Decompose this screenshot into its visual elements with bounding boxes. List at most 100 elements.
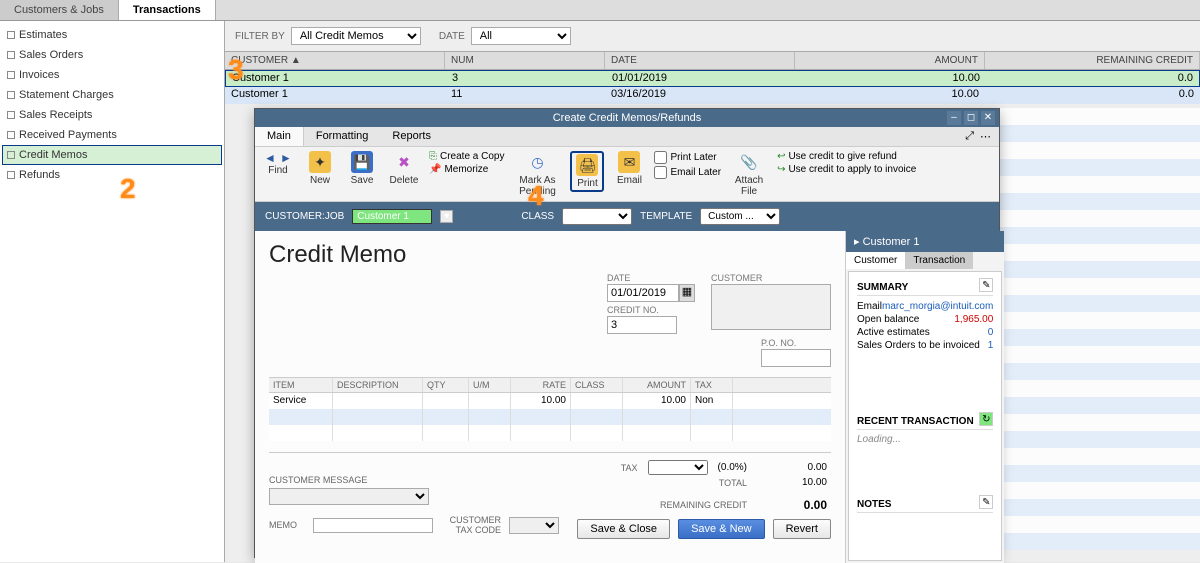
save-new-button[interactable]: Save & New: [678, 519, 765, 539]
save-close-button[interactable]: Save & Close: [577, 519, 670, 539]
cell-amount[interactable]: 10.00: [623, 393, 691, 409]
checkbox[interactable]: [654, 166, 667, 179]
line-item-row[interactable]: [269, 409, 831, 425]
total-label: TOTAL: [719, 478, 747, 488]
email-later-checkbox[interactable]: Email Later: [654, 166, 721, 179]
col-num[interactable]: NUM: [445, 52, 605, 69]
restore-button[interactable]: ◻: [964, 111, 978, 125]
new-button[interactable]: ✦New: [303, 151, 337, 186]
line-item-row[interactable]: [269, 425, 831, 441]
sales-orders-value[interactable]: 1: [988, 340, 994, 351]
toolbar-label: Mark As Pending: [512, 175, 562, 197]
delete-button[interactable]: ✖Delete: [387, 151, 421, 186]
sidebar-item-statement-charges[interactable]: Statement Charges: [2, 85, 222, 105]
window-titlebar[interactable]: Create Credit Memos/Refunds – ◻ ✕: [255, 109, 999, 127]
date-input[interactable]: [607, 284, 679, 302]
tab-customers-jobs[interactable]: Customers & Jobs: [0, 0, 119, 20]
po-input[interactable]: [761, 349, 831, 367]
sidebar-item-refunds[interactable]: Refunds: [2, 165, 222, 185]
tx-row[interactable]: Customer 1 11 03/16/2019 10.00 0.0: [225, 87, 1200, 104]
sidebar-label: Statement Charges: [19, 89, 114, 101]
checkbox[interactable]: [654, 151, 667, 164]
help-icon[interactable]: ⋯: [980, 130, 991, 143]
cell-desc[interactable]: [333, 393, 423, 409]
tax-select[interactable]: [648, 460, 708, 475]
next-arrow-icon[interactable]: ►: [279, 151, 293, 165]
active-estimates-value[interactable]: 0: [988, 327, 994, 338]
cell-item[interactable]: Service: [269, 393, 333, 409]
template-select[interactable]: Custom ...: [700, 208, 780, 225]
cell-um[interactable]: [469, 393, 511, 409]
tab-main[interactable]: Main: [255, 127, 304, 146]
active-estimates-label: Active estimates: [857, 327, 930, 338]
cell-tax[interactable]: Non: [691, 393, 733, 409]
tab-formatting[interactable]: Formatting: [304, 127, 381, 146]
print-later-checkbox[interactable]: Print Later: [654, 151, 721, 164]
modal-tabs: Main Formatting Reports ⤢ ⋯: [255, 127, 999, 147]
col-customer[interactable]: CUSTOMER ▲: [225, 52, 445, 69]
edit-summary-icon[interactable]: ✎: [979, 278, 993, 292]
cell-customer: Customer 1: [226, 71, 446, 86]
credit-no-input[interactable]: [607, 316, 677, 334]
print-button[interactable]: 🖨Print: [570, 151, 604, 192]
email-button[interactable]: ✉Email: [612, 151, 646, 186]
sidebar-item-estimates[interactable]: Estimates: [2, 25, 222, 45]
memorize-button[interactable]: 📌Memorize: [429, 164, 504, 175]
toolbar-label: Use credit to give refund: [788, 151, 896, 162]
dropdown-icon[interactable]: ▾: [440, 210, 453, 223]
list-icon: [7, 151, 15, 159]
calendar-icon[interactable]: ▦: [679, 284, 695, 302]
mark-pending-button[interactable]: ◷Mark As Pending: [512, 151, 562, 197]
col-date[interactable]: DATE: [605, 52, 795, 69]
close-button[interactable]: ✕: [981, 111, 995, 125]
customer-message-label: CUSTOMER MESSAGE: [269, 475, 367, 485]
customer-address-box[interactable]: [711, 284, 831, 330]
col-qty: QTY: [423, 378, 469, 392]
class-select[interactable]: [562, 208, 632, 225]
line-item-row[interactable]: Service 10.00 10.00 Non: [269, 393, 831, 409]
tab-reports[interactable]: Reports: [380, 127, 443, 146]
line-items-body[interactable]: Service 10.00 10.00 Non: [269, 393, 831, 453]
cell-rate[interactable]: 10.00: [511, 393, 571, 409]
tab-transactions[interactable]: Transactions: [119, 0, 216, 20]
expand-icon[interactable]: ⤢: [965, 130, 974, 143]
sidebar-item-credit-memos[interactable]: Credit Memos: [2, 145, 222, 165]
attach-file-button[interactable]: 📎Attach File: [729, 151, 769, 197]
cell-num: 3: [446, 71, 606, 86]
cell-qty[interactable]: [423, 393, 469, 409]
create-copy-button[interactable]: ⎘Create a Copy: [429, 151, 504, 162]
sidebar-item-sales-receipts[interactable]: Sales Receipts: [2, 105, 222, 125]
sidebar-item-received-payments[interactable]: Received Payments: [2, 125, 222, 145]
tx-row[interactable]: Customer 1 3 01/01/2019 10.00 0.0: [225, 70, 1200, 87]
col-remaining[interactable]: REMAINING CREDIT: [985, 52, 1200, 69]
summary-tab-customer[interactable]: Customer: [846, 252, 905, 269]
memo-input[interactable]: [313, 518, 433, 533]
customer-message-select[interactable]: [269, 488, 429, 505]
edit-notes-icon[interactable]: ✎: [979, 495, 993, 509]
use-credit-invoice-button[interactable]: ↪Use credit to apply to invoice: [777, 164, 916, 175]
use-credit-refund-button[interactable]: ↩Use credit to give refund: [777, 151, 916, 162]
prev-arrow-icon[interactable]: ◄: [263, 151, 277, 165]
summary-tab-transaction[interactable]: Transaction: [905, 252, 973, 269]
filter-bar: FILTER BY All Credit Memos DATE All: [225, 21, 1200, 51]
sidebar-label: Received Payments: [19, 129, 117, 141]
refresh-recent-icon[interactable]: ↻: [979, 412, 993, 426]
sidebar-item-invoices[interactable]: Invoices: [2, 65, 222, 85]
summary-title: SUMMARY: [857, 282, 993, 296]
save-button[interactable]: 💾Save: [345, 151, 379, 186]
col-amount[interactable]: AMOUNT: [795, 52, 985, 69]
find-button[interactable]: ◄► Find: [261, 151, 295, 176]
cell-class[interactable]: [571, 393, 623, 409]
revert-button[interactable]: Revert: [773, 519, 831, 539]
minimize-button[interactable]: –: [947, 111, 961, 125]
email-value[interactable]: marc_morgia@intuit.com: [882, 301, 993, 312]
filter-by-select[interactable]: All Credit Memos: [291, 27, 421, 45]
sidebar-item-sales-orders[interactable]: Sales Orders: [2, 45, 222, 65]
sidebar-label: Sales Orders: [19, 49, 83, 61]
filter-date-select[interactable]: All: [471, 27, 571, 45]
credit-memo-window: Create Credit Memos/Refunds – ◻ ✕ Main F…: [254, 108, 1000, 558]
customer-job-select[interactable]: Customer 1: [352, 209, 432, 224]
tax-code-select[interactable]: [509, 517, 559, 534]
window-title: Create Credit Memos/Refunds: [553, 112, 702, 124]
total-value: 10.00: [757, 477, 827, 488]
